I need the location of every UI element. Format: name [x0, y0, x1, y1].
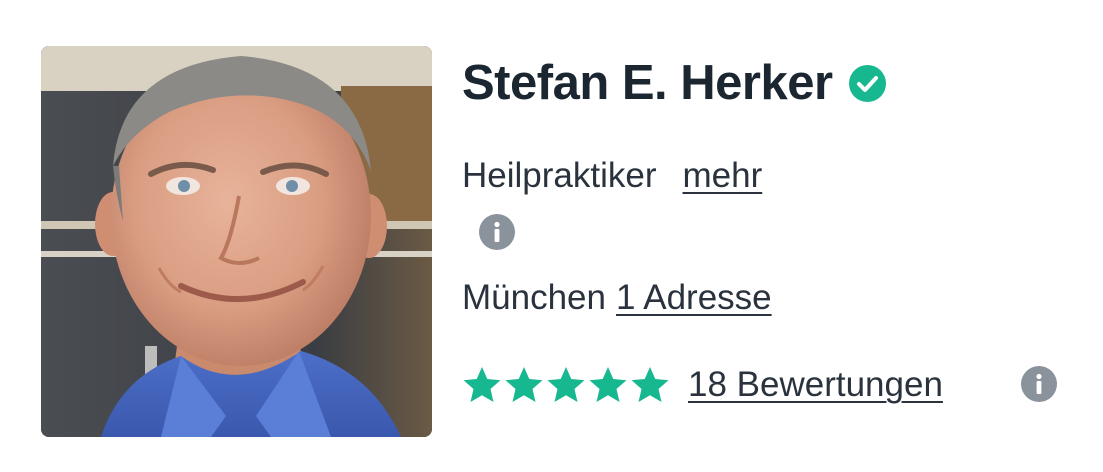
profile-photo[interactable] — [41, 46, 432, 437]
info-icon[interactable] — [479, 214, 515, 250]
doctor-profile-card: Stefan E. Herker Heilpraktiker mehr Münch… — [0, 0, 1103, 472]
star-icon — [463, 367, 501, 402]
specialty-label: Heilpraktiker — [462, 156, 657, 195]
location-row: München 1 Adresse — [462, 278, 772, 318]
specialty-row: Heilpraktiker mehr — [462, 156, 762, 196]
city-label: München — [462, 278, 606, 317]
doctor-name: Stefan E. Herker — [462, 56, 833, 110]
rating-row: 18 Bewertungen — [462, 360, 943, 410]
reviews-link[interactable]: 18 Bewertungen — [688, 365, 943, 405]
star-icon — [505, 367, 543, 402]
star-rating — [462, 365, 670, 405]
star-icon — [589, 367, 627, 402]
star-icon — [631, 367, 669, 402]
star-icon — [547, 367, 585, 402]
more-link[interactable]: mehr — [683, 156, 763, 195]
name-row: Stefan E. Herker — [462, 52, 886, 114]
portrait-image — [41, 46, 432, 437]
info-icon[interactable] — [1021, 366, 1057, 402]
check-circle-icon — [848, 64, 886, 102]
address-link[interactable]: 1 Adresse — [616, 278, 772, 317]
